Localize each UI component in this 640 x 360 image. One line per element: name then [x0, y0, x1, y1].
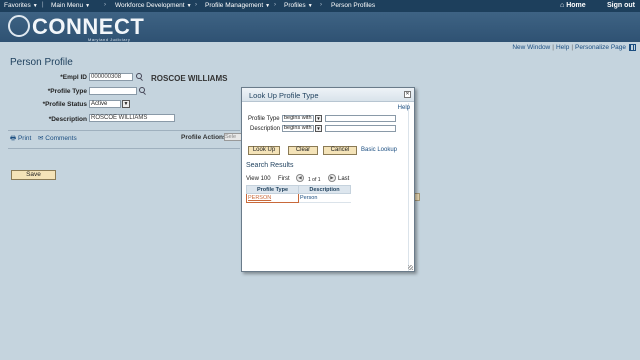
nav-person-profiles[interactable]: Person Profiles: [331, 2, 375, 9]
profile-status-label: *Profile Status: [42, 101, 87, 108]
chevron-down-icon: ▼: [85, 3, 91, 9]
profile-type-search-label: Profile Type: [248, 116, 280, 122]
profile-actions-select[interactable]: Sele: [224, 133, 242, 141]
cancel-button[interactable]: Cancel: [323, 146, 357, 155]
search-results-title: Search Results: [246, 162, 294, 169]
breadcrumb-separator-icon: ›: [195, 2, 197, 8]
nav-profiles-label: Profiles: [284, 2, 306, 9]
page-range: 1 of 1: [308, 177, 321, 183]
empl-id-label: *Empl ID: [60, 74, 87, 81]
modal-help-link[interactable]: Help: [398, 105, 410, 111]
home-link[interactable]: ⌂ Home: [560, 2, 586, 9]
utility-links: New Window | Help | Personalize Page: [512, 44, 636, 51]
chevron-down-icon: ▼: [186, 3, 192, 9]
sign-out-link[interactable]: Sign out: [607, 2, 635, 9]
util-separator: |: [571, 44, 574, 52]
printer-icon: 🖶: [10, 135, 17, 142]
column-header-description[interactable]: Description: [298, 185, 351, 194]
lookup-modal: Look Up Profile Type ✕ Help Profile Type…: [241, 87, 415, 272]
nav-separator: |: [42, 2, 44, 8]
divider: [8, 148, 240, 149]
profile-type-cell[interactable]: PERSON: [246, 193, 299, 203]
modal-scrollbar[interactable]: [408, 103, 413, 271]
print-label: Print: [17, 135, 32, 142]
home-label: Home: [566, 1, 586, 9]
description-label: *Description: [48, 116, 87, 123]
header-banner: CONNECT Maryland Judiciary: [0, 12, 640, 42]
chevron-down-icon[interactable]: ▼: [315, 125, 322, 132]
home-icon: ⌂: [560, 1, 565, 9]
top-navigation-bar: Favorites ▼ | Main Menu ▼ › Workforce Deve…: [0, 0, 640, 12]
nav-profile-management-label: Profile Management: [205, 2, 264, 9]
employee-name: ROSCOE WILLIAMS: [151, 74, 228, 83]
nav-profile-management[interactable]: Profile Management ▼: [205, 2, 270, 9]
clear-button[interactable]: Clear: [288, 146, 318, 155]
chevron-down-icon: ▼: [265, 3, 271, 9]
modal-header[interactable]: Look Up Profile Type ✕: [242, 88, 414, 102]
description-field[interactable]: ROSCOE WILLIAMS: [89, 114, 175, 122]
util-separator: |: [552, 44, 554, 52]
breadcrumb-separator-icon: ›: [274, 2, 276, 8]
nav-main-menu[interactable]: Main Menu ▼: [51, 2, 90, 9]
profile-type-operator-select[interactable]: begins with: [282, 115, 314, 122]
table-row[interactable]: PERSON Person: [246, 193, 351, 203]
view-100-link[interactable]: View 100: [246, 176, 271, 182]
breadcrumb-separator-icon: ›: [104, 2, 106, 8]
profile-actions-label: Profile Actions: [181, 134, 227, 141]
profile-type-search-input[interactable]: [325, 115, 396, 122]
profile-status-select[interactable]: Active: [89, 100, 121, 108]
profile-type-label: *Profile Type: [47, 88, 87, 95]
description-operator-select[interactable]: begins with: [282, 125, 314, 132]
nav-main-menu-label: Main Menu: [51, 2, 84, 9]
last-link[interactable]: Last: [338, 176, 349, 182]
chevron-down-icon[interactable]: ▼: [122, 100, 130, 108]
grid-icon[interactable]: [629, 44, 636, 51]
comment-icon: ✉: [38, 135, 44, 142]
chevron-down-icon: ▼: [32, 3, 38, 9]
modal-title: Look Up Profile Type: [249, 91, 319, 100]
save-button[interactable]: Save: [11, 170, 56, 180]
nav-workforce-development[interactable]: Workforce Development ▼: [115, 2, 192, 9]
first-link[interactable]: First: [278, 176, 290, 182]
basic-lookup-link[interactable]: Basic Lookup: [361, 147, 397, 153]
close-icon[interactable]: ✕: [404, 91, 411, 98]
next-page-icon[interactable]: ▶: [328, 174, 336, 182]
comments-link[interactable]: ✉ Comments: [38, 134, 77, 142]
nav-workforce-label: Workforce Development: [115, 2, 185, 9]
nav-profiles[interactable]: Profiles ▼: [284, 2, 313, 9]
chevron-down-icon[interactable]: ▼: [315, 115, 322, 122]
logo-icon: [8, 15, 30, 37]
table-header-row: Profile Type Description: [246, 185, 351, 194]
comments-label: Comments: [45, 135, 77, 142]
nav-favorites-label: Favorites: [4, 2, 31, 9]
column-header-profile-type[interactable]: Profile Type: [246, 185, 299, 194]
logo-subtitle: Maryland Judiciary: [88, 37, 131, 42]
prev-page-icon[interactable]: ◀: [296, 174, 304, 182]
new-window-link[interactable]: New Window: [512, 44, 550, 51]
description-cell[interactable]: Person: [298, 193, 351, 203]
description-search-input[interactable]: [325, 125, 396, 132]
chevron-down-icon: ▼: [307, 3, 313, 9]
empl-id-field[interactable]: 000000308: [89, 73, 133, 81]
breadcrumb-separator-icon: ›: [320, 2, 322, 8]
profile-type-field[interactable]: [89, 87, 137, 95]
lookup-icon[interactable]: [139, 87, 146, 94]
resize-handle-icon[interactable]: [408, 265, 413, 270]
print-link[interactable]: 🖶 Print: [10, 134, 31, 145]
description-search-label: Description: [250, 126, 281, 132]
personalize-page-link[interactable]: Personalize Page: [575, 44, 626, 51]
divider: [8, 130, 240, 131]
nav-favorites[interactable]: Favorites ▼: [4, 2, 38, 9]
page-title: Person Profile: [10, 57, 73, 68]
lookup-icon[interactable]: [136, 73, 143, 80]
results-table: Profile Type Description PERSON Person: [246, 185, 351, 203]
help-link[interactable]: Help: [556, 44, 569, 51]
look-up-button[interactable]: Look Up: [248, 146, 280, 155]
